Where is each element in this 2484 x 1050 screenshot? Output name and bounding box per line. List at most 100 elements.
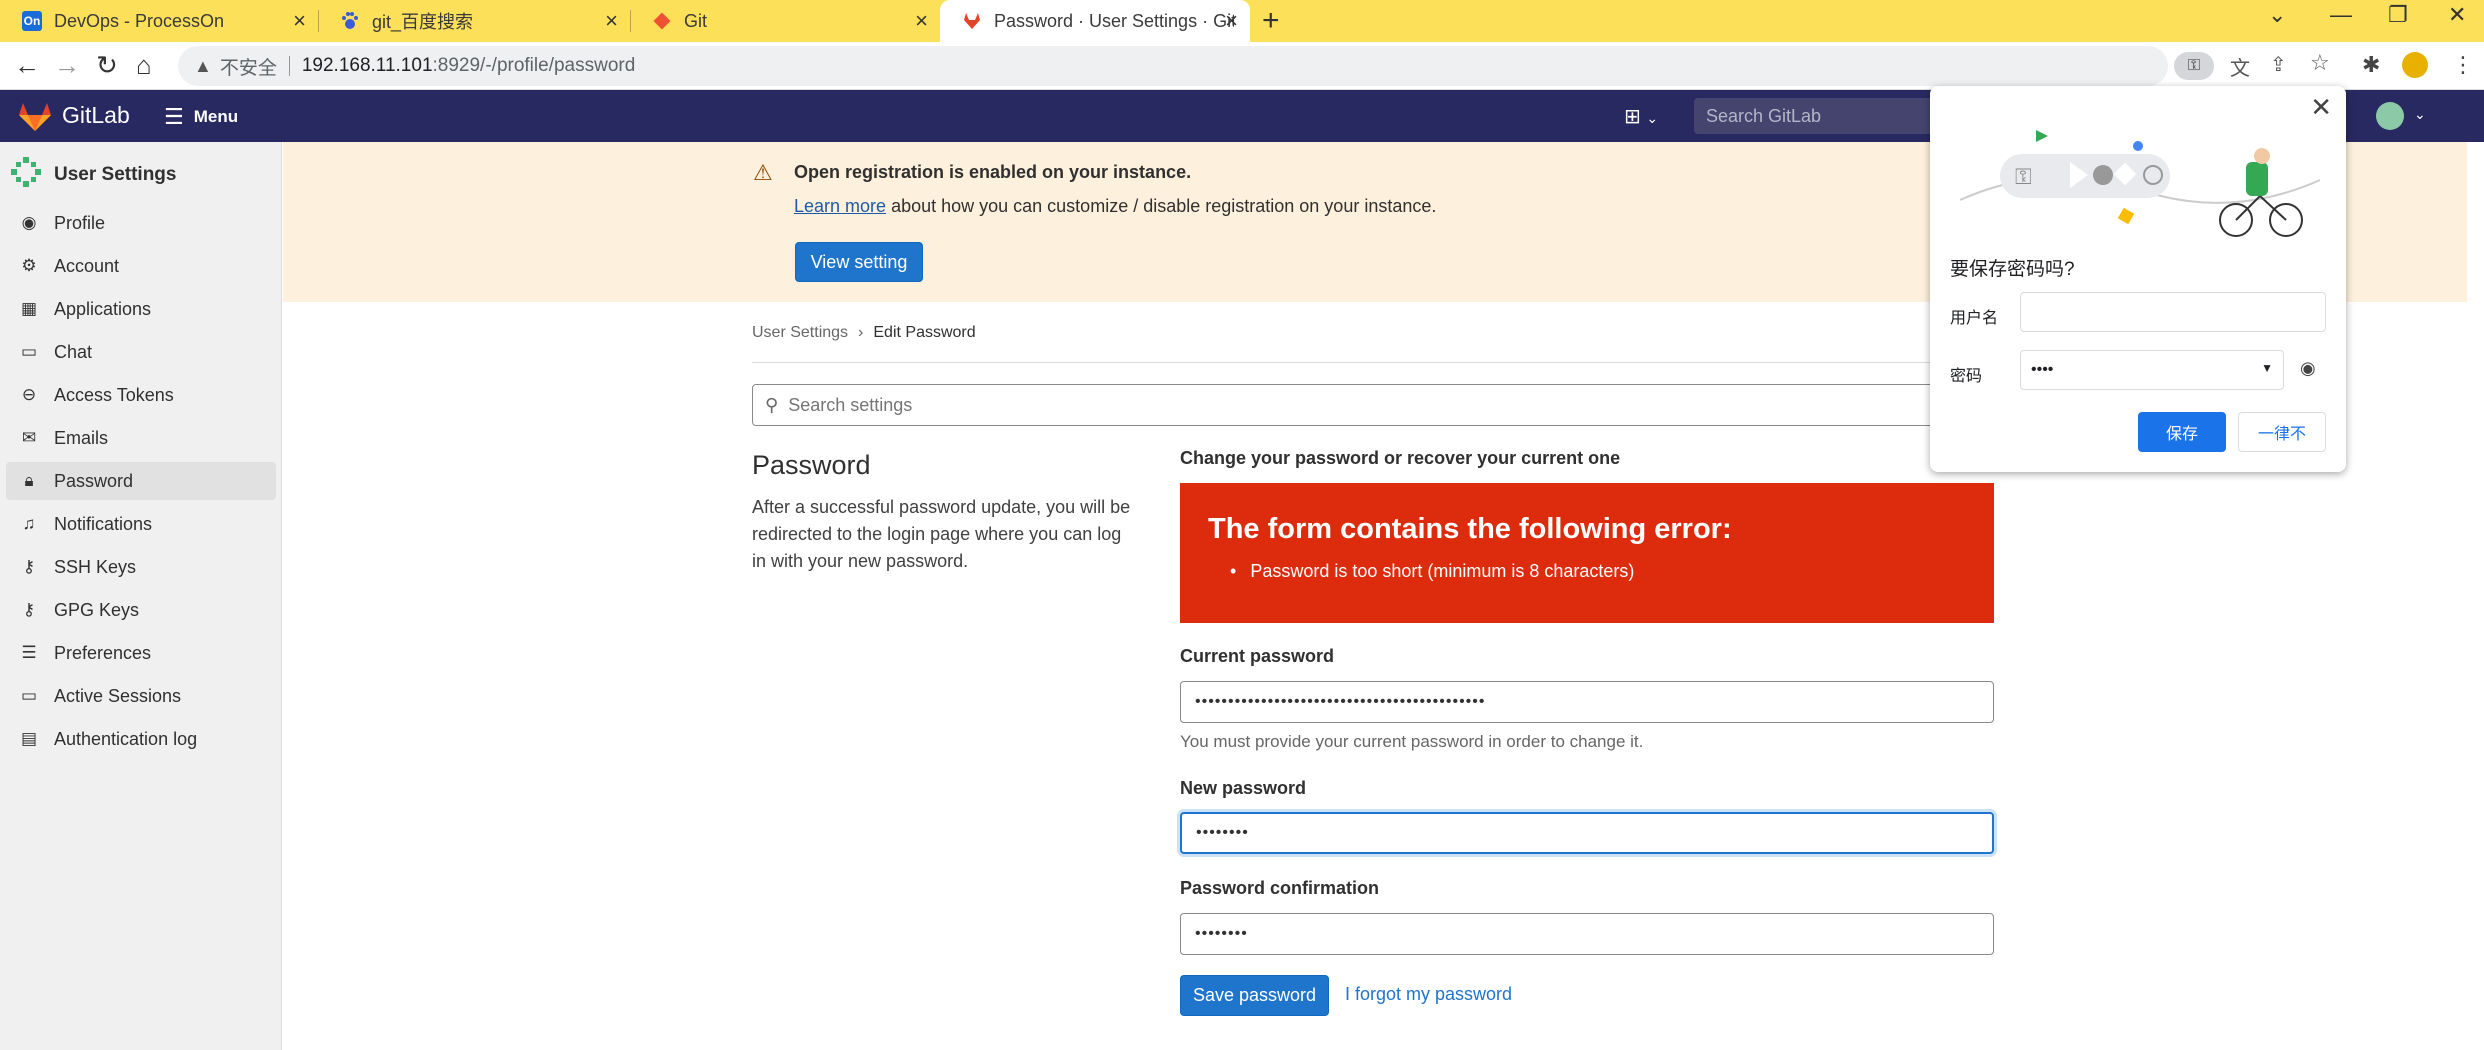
sidebar-item-password[interactable]: 🔒︎ Password (6, 462, 276, 500)
more-menu-icon[interactable]: ⋮ (2452, 52, 2474, 78)
search-settings-box[interactable]: ⚲ (752, 384, 1992, 426)
profile-avatar-icon[interactable] (2402, 52, 2428, 78)
save-button[interactable]: 保存 (2138, 412, 2226, 452)
new-password-field[interactable]: •••••••• (1180, 812, 1994, 854)
new-tab-button[interactable]: + (1262, 4, 1280, 38)
sidebar-item-profile[interactable]: ◉ Profile (6, 204, 276, 242)
sidebar-item-ssh-keys[interactable]: ⚷ SSH Keys (6, 548, 276, 586)
sidebar-item-emails[interactable]: ✉ Emails (6, 419, 276, 457)
sidebar-item-label: Applications (54, 298, 152, 319)
key-icon: ⚷ (22, 557, 36, 576)
new-dropdown-button[interactable]: ⊞ ⌄ (1624, 104, 1658, 129)
password-confirmation-field[interactable]: •••••••• (1180, 913, 1994, 955)
sidebar-item-chat[interactable]: ▭ Chat (6, 333, 276, 371)
sidebar-item-active-sessions[interactable]: ▭ Active Sessions (6, 677, 276, 715)
mail-icon: ✉ (21, 428, 37, 447)
sidebar-header[interactable]: User Settings (10, 156, 176, 194)
share-icon[interactable]: ⇪ (2270, 52, 2287, 77)
save-password-button[interactable]: Save password (1180, 975, 1329, 1016)
sidebar-item-access-tokens[interactable]: ⊖ Access Tokens (6, 376, 276, 414)
error-title: The form contains the following error: (1208, 513, 1732, 545)
close-icon[interactable]: × (915, 8, 928, 34)
address-bar[interactable]: ▲ 不安全 192.168.11.101:8929/-/profile/pass… (178, 46, 2330, 86)
minimize-button[interactable]: — (2330, 2, 2352, 28)
search-icon: ⚲ (765, 394, 779, 415)
brand-name[interactable]: GitLab (62, 102, 130, 129)
sidebar-item-applications[interactable]: ▦ Applications (6, 290, 276, 328)
user-avatar[interactable] (2376, 102, 2404, 130)
sidebar-item-label: Active Sessions (54, 685, 182, 706)
sidebar-item-label: Profile (54, 212, 106, 233)
back-icon[interactable]: ← (14, 50, 40, 81)
url-text: 192.168.11.101:8929/-/profile/password (302, 55, 635, 77)
search-gitlab-input[interactable]: Search GitLab (1694, 98, 1934, 134)
never-button[interactable]: 一律不 (2238, 412, 2326, 452)
home-icon[interactable]: ⌂ (136, 50, 152, 81)
chevron-down-icon: ⌄ (1646, 110, 1659, 126)
username-field[interactable] (2020, 292, 2326, 332)
warning-icon: ⚠ (753, 160, 773, 185)
chevron-down-icon[interactable]: ⌄ (2414, 106, 2426, 123)
close-icon[interactable]: × (605, 8, 618, 34)
divider (752, 362, 1992, 363)
paw-icon (340, 11, 360, 31)
current-password-help: You must provide your current password i… (1180, 732, 1644, 751)
user-settings-avatar-icon (10, 156, 42, 194)
error-item-text: Password is too short (minimum is 8 char… (1250, 561, 1635, 581)
profile-icon: ◉ (21, 213, 37, 232)
sidebar-item-authentication-log[interactable]: ▤ Authentication log (6, 720, 276, 758)
menu-button[interactable]: ☰ Menu (164, 104, 238, 130)
translate-icon[interactable]: 文 (2230, 52, 2250, 81)
forgot-password-link[interactable]: I forgot my password (1345, 984, 1512, 1005)
window-close-button[interactable]: ✕ (2448, 2, 2466, 28)
error-box: The form contains the following error: •… (1180, 483, 1994, 623)
sidebar-item-account[interactable]: ⚙ Account (6, 247, 276, 285)
learn-more-link[interactable]: Learn more (794, 196, 886, 216)
sidebar-item-label: Preferences (54, 642, 152, 663)
sidebar-item-label: Account (54, 255, 120, 276)
tab-baidu[interactable]: git_百度搜索 × (318, 0, 631, 42)
password-label: 密码 (1950, 368, 1983, 385)
current-password-field[interactable]: ••••••••••••••••••••••••••••••••••••••••… (1180, 681, 1994, 723)
tab-gitlab-password[interactable]: Password · User Settings · GitL × (940, 0, 1250, 42)
password-select[interactable]: •••• ▼ (2020, 350, 2284, 390)
extensions-icon[interactable]: ✱ (2362, 52, 2380, 78)
reload-icon[interactable]: ↻ (96, 50, 118, 81)
tab-git[interactable]: Git × (630, 0, 940, 42)
sidebar-item-gpg-keys[interactable]: ⚷ GPG Keys (6, 591, 276, 629)
save-password-popup: ✕ ⚿ 要保存密码吗? 用户名 密码 •••• ▼ ◉ 保存 一律不 (1930, 86, 2346, 472)
sidebar-item-notifications[interactable]: ♫ Notifications (6, 505, 276, 543)
breadcrumb: User Settings › Edit Password (752, 324, 976, 342)
search-settings-input[interactable] (788, 394, 1889, 416)
breadcrumb-parent[interactable]: User Settings (752, 324, 848, 342)
eye-icon[interactable]: ◉ (2300, 358, 2316, 379)
sidebar-item-label: Emails (54, 427, 109, 448)
breadcrumb-current[interactable]: Edit Password (873, 324, 975, 342)
forward-icon[interactable]: → (54, 50, 80, 81)
chevron-down-icon[interactable]: ⌄ (2268, 2, 2286, 28)
save-password-question: 要保存密码吗? (1950, 259, 2075, 280)
sidebar-item-label: Authentication log (54, 728, 198, 749)
sidebar-item-preferences[interactable]: ☰ Preferences (6, 634, 276, 672)
lock-icon: 🔒︎ (24, 471, 34, 490)
monitor-icon: ▭ (20, 686, 38, 705)
close-icon[interactable]: × (293, 8, 306, 34)
restore-button[interactable]: ❐ (2388, 2, 2408, 28)
key-icon: ⚷ (22, 600, 36, 619)
key-icon[interactable]: ⚿ (2174, 52, 2214, 80)
gitlab-logo-icon[interactable] (18, 102, 52, 137)
view-setting-button[interactable]: View setting (795, 242, 923, 282)
dropdown-arrow-icon: ▼ (2261, 361, 2273, 375)
sidebar-item-label: Notifications (54, 513, 153, 534)
warning-icon: ▲ (194, 55, 212, 76)
username-label: 用户名 (1950, 310, 1999, 327)
divider (288, 56, 290, 76)
bookmark-star-icon[interactable]: ☆ (2310, 50, 2330, 76)
tab-processon[interactable]: On DevOps - ProcessOn × (0, 0, 319, 42)
error-item: • Password is too short (minimum is 8 cha… (1230, 561, 1634, 582)
sidebar-item-label: SSH Keys (54, 556, 137, 577)
tab-title: Git (684, 10, 708, 31)
git-icon (652, 11, 672, 31)
sidebar-item-label: GPG Keys (54, 599, 140, 620)
close-icon[interactable]: × (1225, 8, 1238, 34)
